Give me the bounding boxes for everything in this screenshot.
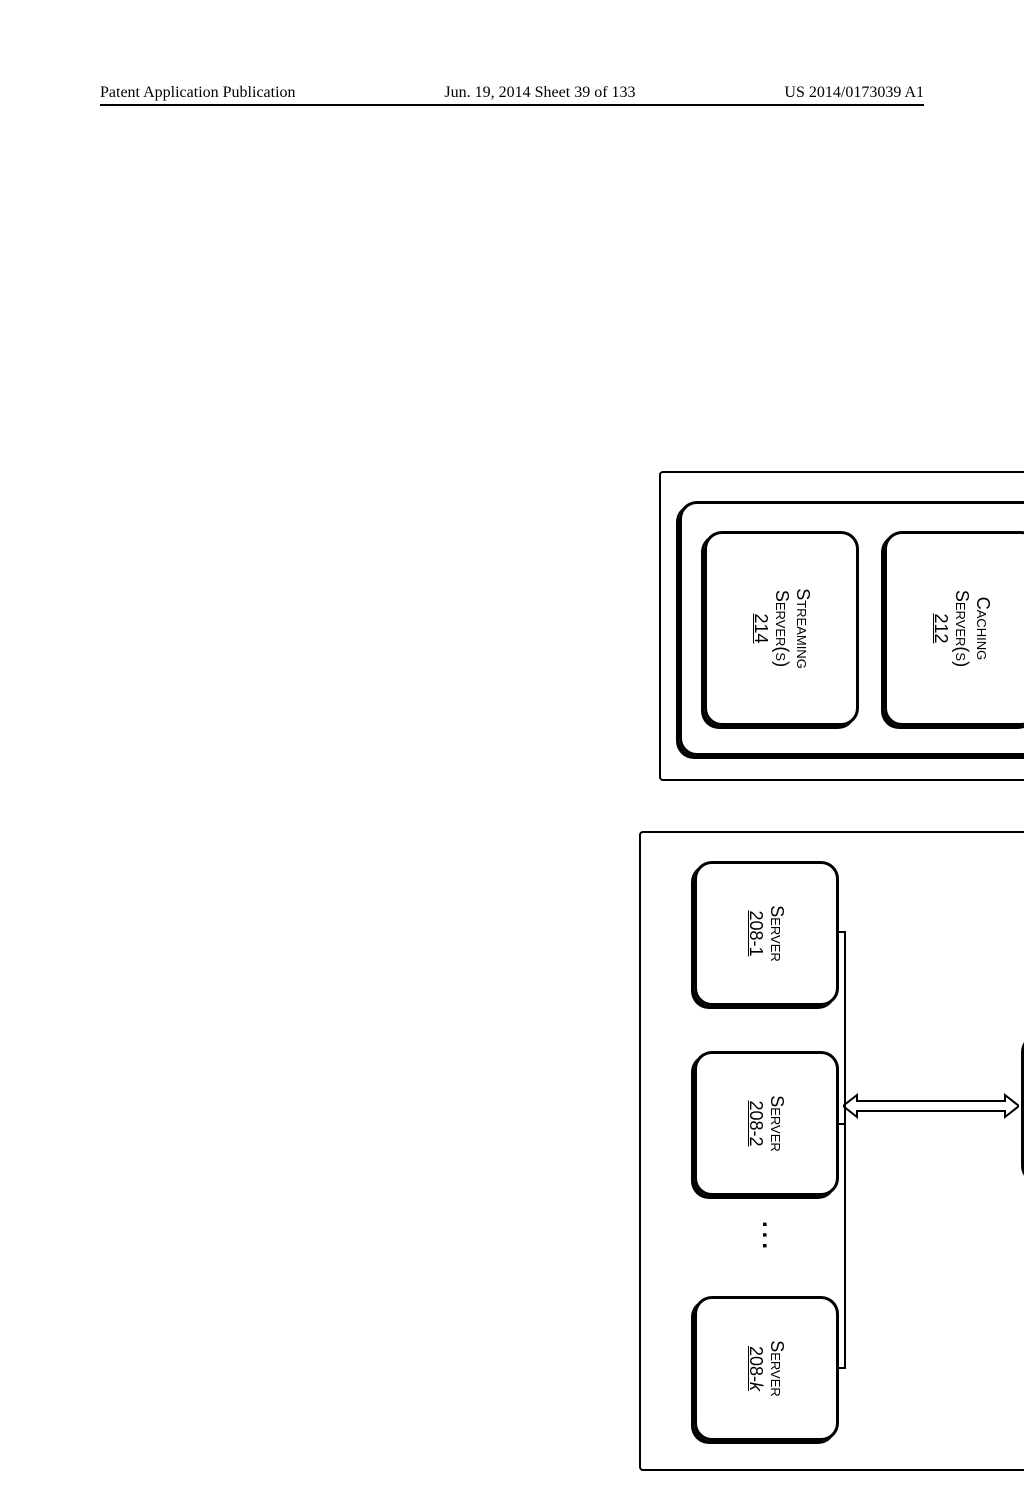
- header-left: Patent Application Publication: [100, 84, 296, 102]
- header-right: US 2014/0173039 A1: [784, 84, 924, 102]
- header-center: Jun. 19, 2014 Sheet 39 of 133: [444, 84, 635, 102]
- server-208-2-box: Server 208-2: [694, 1051, 839, 1196]
- rotated-content: Fig. 5C Cache Cluster 204 Routing Mechan…: [304, 426, 1024, 1206]
- connector-line: [844, 931, 846, 1369]
- caching-servers-box: Caching Server(s) 212: [884, 531, 1024, 726]
- page-header: Patent Application Publication Jun. 19, …: [100, 84, 924, 102]
- server-208-k-box: Server 208-k: [694, 1296, 839, 1441]
- bidir-arrow-icon: [843, 1092, 1019, 1120]
- header-rule: [100, 104, 924, 106]
- ellipsis-icon: ...: [756, 1221, 784, 1253]
- server-208-1-box: Server 208-1: [694, 861, 839, 1006]
- streaming-servers-box: Streaming Server(s) 214: [704, 531, 859, 726]
